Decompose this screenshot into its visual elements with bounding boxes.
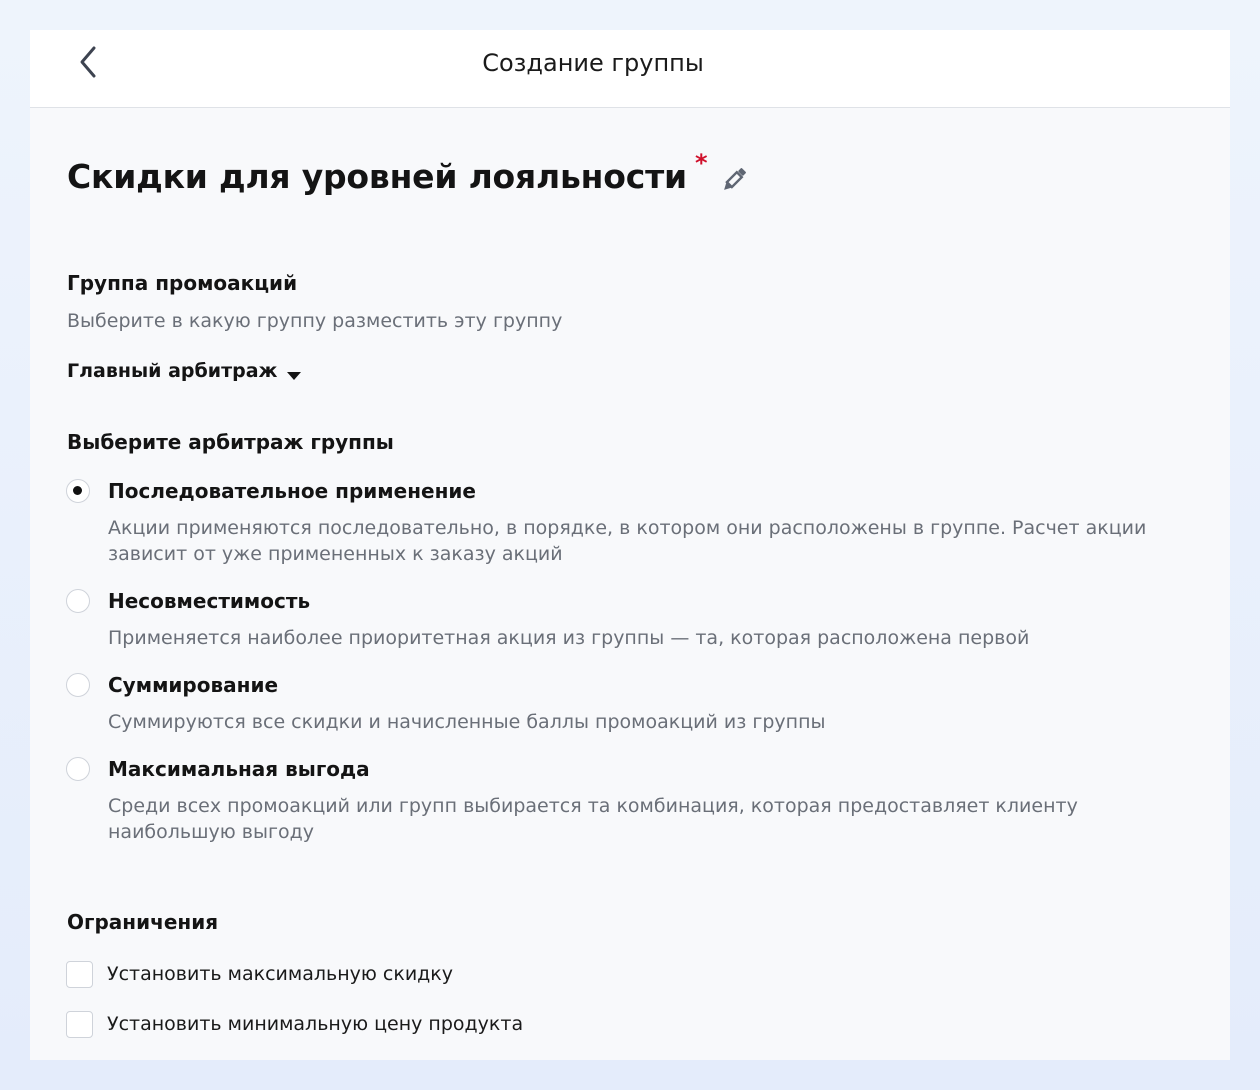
promo-group-dropdown[interactable]: Главный арбитраж bbox=[67, 358, 302, 384]
promo-group-hint: Выберите в какую группу разместить эту г… bbox=[67, 310, 563, 332]
required-marker: * bbox=[694, 149, 708, 177]
group-name-row: Скидки для уровней лояльности * bbox=[67, 149, 750, 200]
checkbox-min-price-row[interactable]: Установить минимальную цену продукта bbox=[66, 1010, 523, 1038]
radio-option-incompatibility[interactable]: Несовместимость Применяется наиболее при… bbox=[66, 588, 1206, 654]
restrictions-label: Ограничения bbox=[67, 910, 219, 934]
promo-group-selected: Главный арбитраж bbox=[67, 360, 278, 382]
radio-option-max-benefit[interactable]: Максимальная выгода Среди всех промоакци… bbox=[66, 756, 1206, 848]
radio-option-description: Акции применяются последовательно, в пор… bbox=[108, 517, 1147, 565]
radio-option-label: Последовательное применение bbox=[108, 479, 476, 503]
radio-option-label: Максимальная выгода bbox=[108, 757, 370, 781]
radio-option-sequential[interactable]: Последовательное применение Акции примен… bbox=[66, 478, 1206, 570]
pencil-icon bbox=[718, 168, 750, 200]
radio-option-description: Среди всех промоакций или групп выбирает… bbox=[108, 795, 1078, 843]
radio-option-label: Суммирование bbox=[108, 673, 279, 697]
radio-option-summation[interactable]: Суммирование Суммируются все скидки и на… bbox=[66, 672, 1206, 738]
radio-option-description: Суммируются все скидки и начисленные бал… bbox=[108, 711, 826, 733]
radio-button[interactable] bbox=[66, 757, 90, 781]
checkbox-label: Установить минимальную цену продукта bbox=[107, 1013, 524, 1035]
top-bar: Создание группы bbox=[30, 30, 1230, 108]
radio-selected-dot bbox=[73, 486, 82, 495]
radio-button[interactable] bbox=[66, 673, 90, 697]
promo-group-label: Группа промоакций bbox=[67, 271, 298, 295]
checkbox-label: Установить максимальную скидку bbox=[107, 963, 454, 985]
radio-option-label: Несовместимость bbox=[108, 589, 311, 613]
max-discount-checkbox[interactable] bbox=[66, 960, 93, 988]
caret-down-icon bbox=[287, 366, 302, 380]
radio-button[interactable] bbox=[66, 589, 90, 613]
edit-name-button[interactable] bbox=[718, 164, 750, 196]
radio-option-description: Применяется наиболее приоритетная акция … bbox=[108, 627, 1030, 649]
arbitration-label: Выберите арбитраж группы bbox=[67, 430, 394, 454]
page-header-title: Создание группы bbox=[482, 49, 704, 77]
checkbox-max-discount-row[interactable]: Установить максимальную скидку bbox=[66, 960, 453, 988]
min-price-checkbox[interactable] bbox=[66, 1010, 93, 1038]
create-group-panel: Создание группы Скидки для уровней лояль… bbox=[30, 30, 1230, 1060]
group-name-title: Скидки для уровней лояльности bbox=[67, 157, 687, 196]
radio-button[interactable] bbox=[66, 479, 90, 503]
